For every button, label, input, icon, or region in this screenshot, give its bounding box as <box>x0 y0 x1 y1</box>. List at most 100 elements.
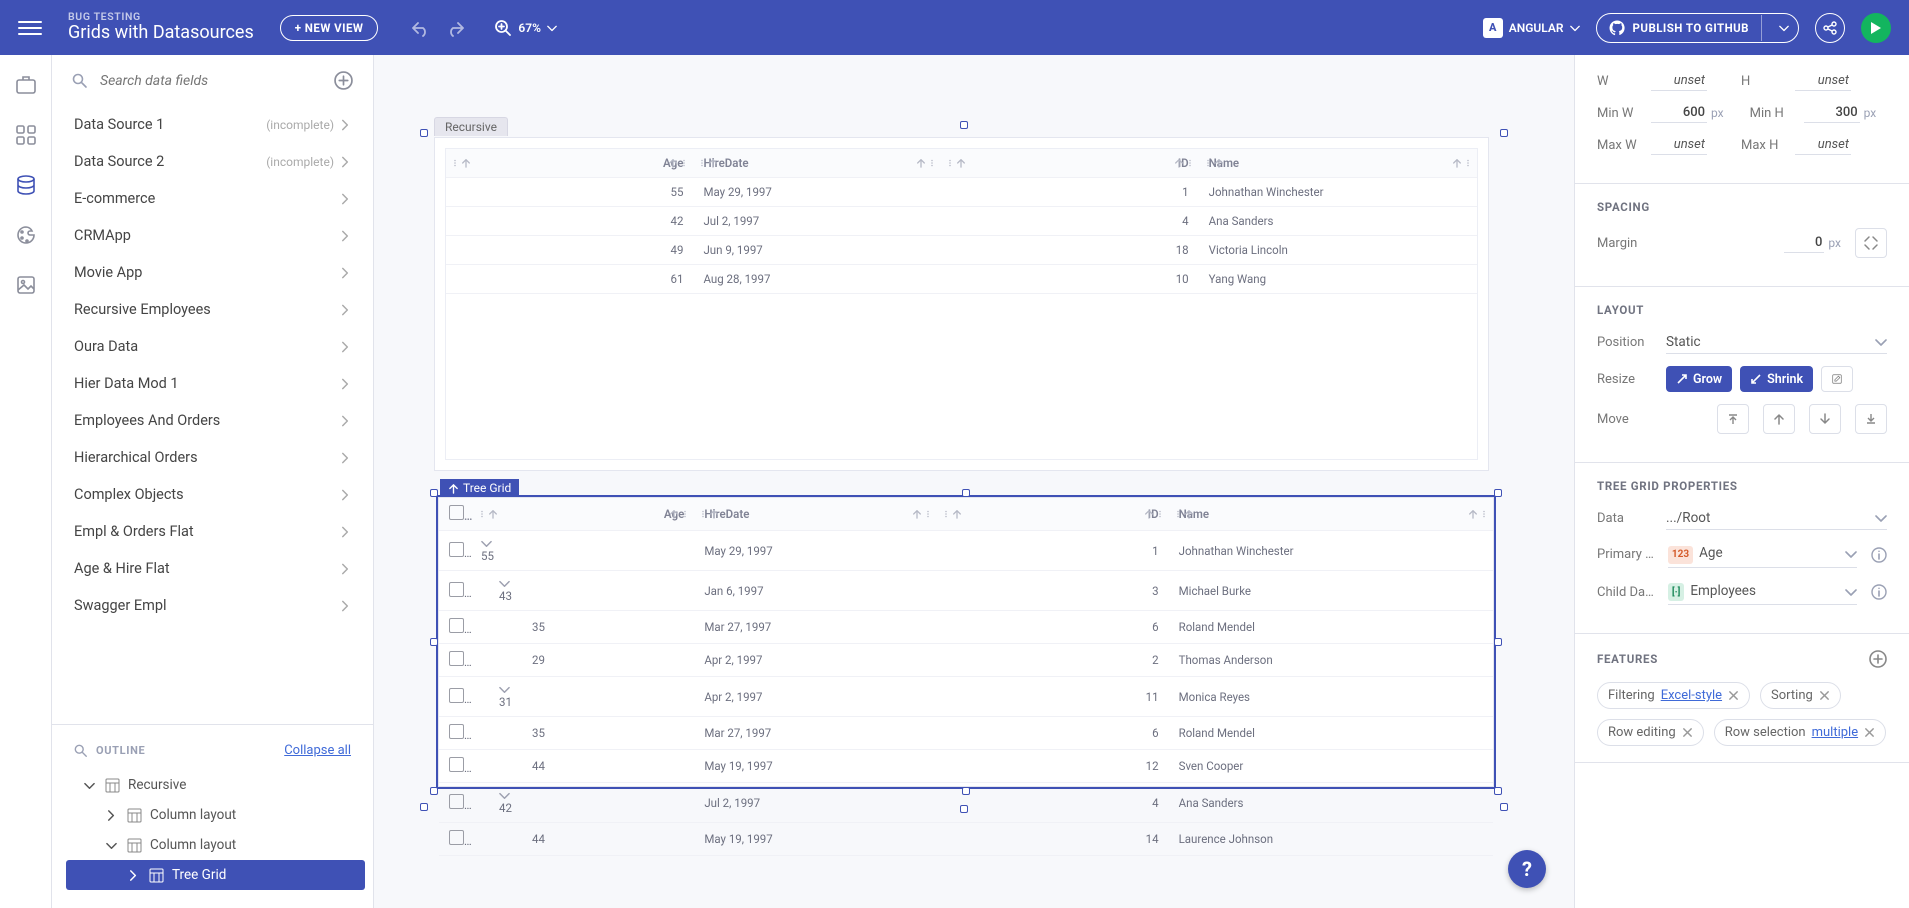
min-width-input[interactable] <box>1651 103 1707 123</box>
chip-remove[interactable] <box>1728 690 1739 701</box>
move-bottom-button[interactable] <box>1855 404 1887 434</box>
redo-icon[interactable] <box>444 15 470 41</box>
add-feature-button[interactable] <box>1869 650 1887 668</box>
toolbox-icon[interactable] <box>14 73 38 97</box>
chevron-right-icon <box>340 341 351 353</box>
angular-icon: A <box>1483 18 1503 38</box>
feature-chip[interactable]: Row editing <box>1597 719 1704 746</box>
datasource-item[interactable]: Empl & Orders Flat <box>52 513 373 550</box>
width-input[interactable] <box>1651 71 1707 91</box>
row-checkbox[interactable] <box>449 688 464 703</box>
datasource-item[interactable]: Complex Objects <box>52 476 373 513</box>
share-button[interactable] <box>1815 13 1845 43</box>
table-row[interactable]: 42 Jul 2, 19974Ana Sanders <box>439 783 1493 823</box>
feature-chip[interactable]: Sorting <box>1760 682 1841 709</box>
publish-button[interactable]: PUBLISH TO GITHUB <box>1596 13 1799 43</box>
move-top-button[interactable] <box>1717 404 1749 434</box>
preview-button[interactable] <box>1861 13 1891 43</box>
data-icon[interactable] <box>14 173 38 197</box>
row-checkbox[interactable] <box>449 724 464 739</box>
move-down-button[interactable] <box>1809 404 1841 434</box>
view-tag-recursive[interactable]: Recursive <box>434 117 508 136</box>
datasource-item[interactable]: Age & Hire Flat <box>52 550 373 587</box>
datasource-item[interactable]: E-commerce <box>52 180 373 217</box>
datasource-item[interactable]: Hierarchical Orders <box>52 439 373 476</box>
outline-node[interactable]: Tree Grid <box>66 860 365 890</box>
table-row[interactable]: 55 May 29, 19971Johnathan Winchester <box>439 531 1493 571</box>
min-height-input[interactable] <box>1804 103 1860 123</box>
feature-chips: FilteringExcel-style Sorting Row editing Ro… <box>1597 682 1887 746</box>
design-canvas[interactable]: Recursive Age HireDate ID Name 55May 29,… <box>374 55 1574 908</box>
row-checkbox[interactable] <box>449 618 464 633</box>
feature-chip[interactable]: FilteringExcel-style <box>1597 682 1750 709</box>
row-checkbox[interactable] <box>449 582 464 597</box>
table-row[interactable]: 35 Mar 27, 19976Roland Mendel <box>439 611 1493 644</box>
chevron-right-icon <box>340 600 351 612</box>
table-row[interactable]: 44 May 19, 199714Laurence Johnson <box>439 823 1493 856</box>
zoom-control[interactable]: 67% <box>494 19 557 37</box>
datasource-item[interactable]: Data Source 1(incomplete) <box>52 106 373 143</box>
table-row[interactable]: 29 Apr 2, 19972Thomas Anderson <box>439 644 1493 677</box>
move-up-button[interactable] <box>1763 404 1795 434</box>
max-height-input[interactable] <box>1795 135 1851 155</box>
table-row[interactable]: 61Aug 28, 199710Yang Wang <box>446 265 1477 294</box>
row-checkbox[interactable] <box>449 542 464 557</box>
info-icon[interactable] <box>1871 584 1887 600</box>
table-row[interactable]: 42Jul 2, 19974Ana Sanders <box>446 207 1477 236</box>
add-datasource-button[interactable] <box>334 71 353 90</box>
table-row[interactable]: 55May 29, 19971Johnathan Winchester <box>446 178 1477 207</box>
selection-tag[interactable]: Tree Grid <box>440 479 519 497</box>
table-row[interactable]: 44 May 19, 199712Sven Cooper <box>439 750 1493 783</box>
datasource-item[interactable]: Employees And Orders <box>52 402 373 439</box>
grid-recursive[interactable]: Age HireDate ID Name 55May 29, 19971John… <box>434 137 1489 471</box>
row-checkbox[interactable] <box>449 651 464 666</box>
theme-icon[interactable] <box>14 223 38 247</box>
child-data-select[interactable]: [·]Employees <box>1668 580 1857 606</box>
row-checkbox[interactable] <box>449 794 464 809</box>
resize-edit-button[interactable] <box>1821 366 1853 392</box>
datasource-item[interactable]: Recursive Employees <box>52 291 373 328</box>
row-checkbox[interactable] <box>449 830 464 845</box>
table-row[interactable]: 49Jun 9, 199718Victoria Lincoln <box>446 236 1477 265</box>
chip-remove[interactable] <box>1819 690 1830 701</box>
outline-node[interactable]: Column layout <box>66 800 365 830</box>
margin-edit-button[interactable] <box>1855 228 1887 258</box>
margin-input[interactable] <box>1784 233 1824 253</box>
table-row[interactable]: 35 Mar 27, 19976Roland Mendel <box>439 717 1493 750</box>
table-row[interactable]: 31 Apr 2, 199711Monica Reyes <box>439 677 1493 717</box>
datasource-item[interactable]: Swagger Empl <box>52 587 373 624</box>
shrink-button[interactable]: Shrink <box>1740 366 1813 392</box>
datasource-item[interactable]: Oura Data <box>52 328 373 365</box>
table-row[interactable]: 43 Jan 6, 19973Michael Burke <box>439 571 1493 611</box>
framework-selector[interactable]: A ANGULAR <box>1483 18 1580 38</box>
max-width-input[interactable] <box>1651 135 1707 155</box>
help-fab[interactable]: ? <box>1508 850 1546 888</box>
chip-remove[interactable] <box>1864 727 1875 738</box>
chevron-right-icon <box>340 193 351 205</box>
publish-dropdown[interactable] <box>1774 23 1794 33</box>
undo-icon[interactable] <box>406 15 432 41</box>
search-input[interactable] <box>98 72 324 90</box>
chip-remove[interactable] <box>1682 727 1693 738</box>
datasource-item[interactable]: Data Source 2(incomplete) <box>52 143 373 180</box>
outline-tree: RecursiveColumn layoutColumn layoutTree … <box>52 764 373 896</box>
assets-icon[interactable] <box>14 273 38 297</box>
tree-grid-component[interactable]: Age HireDate ID Name 55 May 29, 19971Joh… <box>438 497 1494 787</box>
position-select[interactable]: Static <box>1666 331 1887 354</box>
data-select[interactable]: .../Root <box>1666 507 1887 530</box>
collapse-all-link[interactable]: Collapse all <box>284 743 351 758</box>
primary-key-select[interactable]: 123Age <box>1668 542 1857 568</box>
outline-node[interactable]: Recursive <box>66 770 365 800</box>
grow-button[interactable]: Grow <box>1666 366 1732 392</box>
menu-icon[interactable] <box>18 21 42 35</box>
datasource-item[interactable]: Hier Data Mod 1 <box>52 365 373 402</box>
components-icon[interactable] <box>14 123 38 147</box>
feature-chip[interactable]: Row selectionmultiple <box>1714 719 1886 746</box>
datasource-item[interactable]: Movie App <box>52 254 373 291</box>
row-checkbox[interactable] <box>449 757 464 772</box>
new-view-button[interactable]: + NEW VIEW <box>280 15 379 41</box>
outline-node[interactable]: Column layout <box>66 830 365 860</box>
height-input[interactable] <box>1795 71 1851 91</box>
info-icon[interactable] <box>1871 547 1887 563</box>
datasource-item[interactable]: CRMApp <box>52 217 373 254</box>
